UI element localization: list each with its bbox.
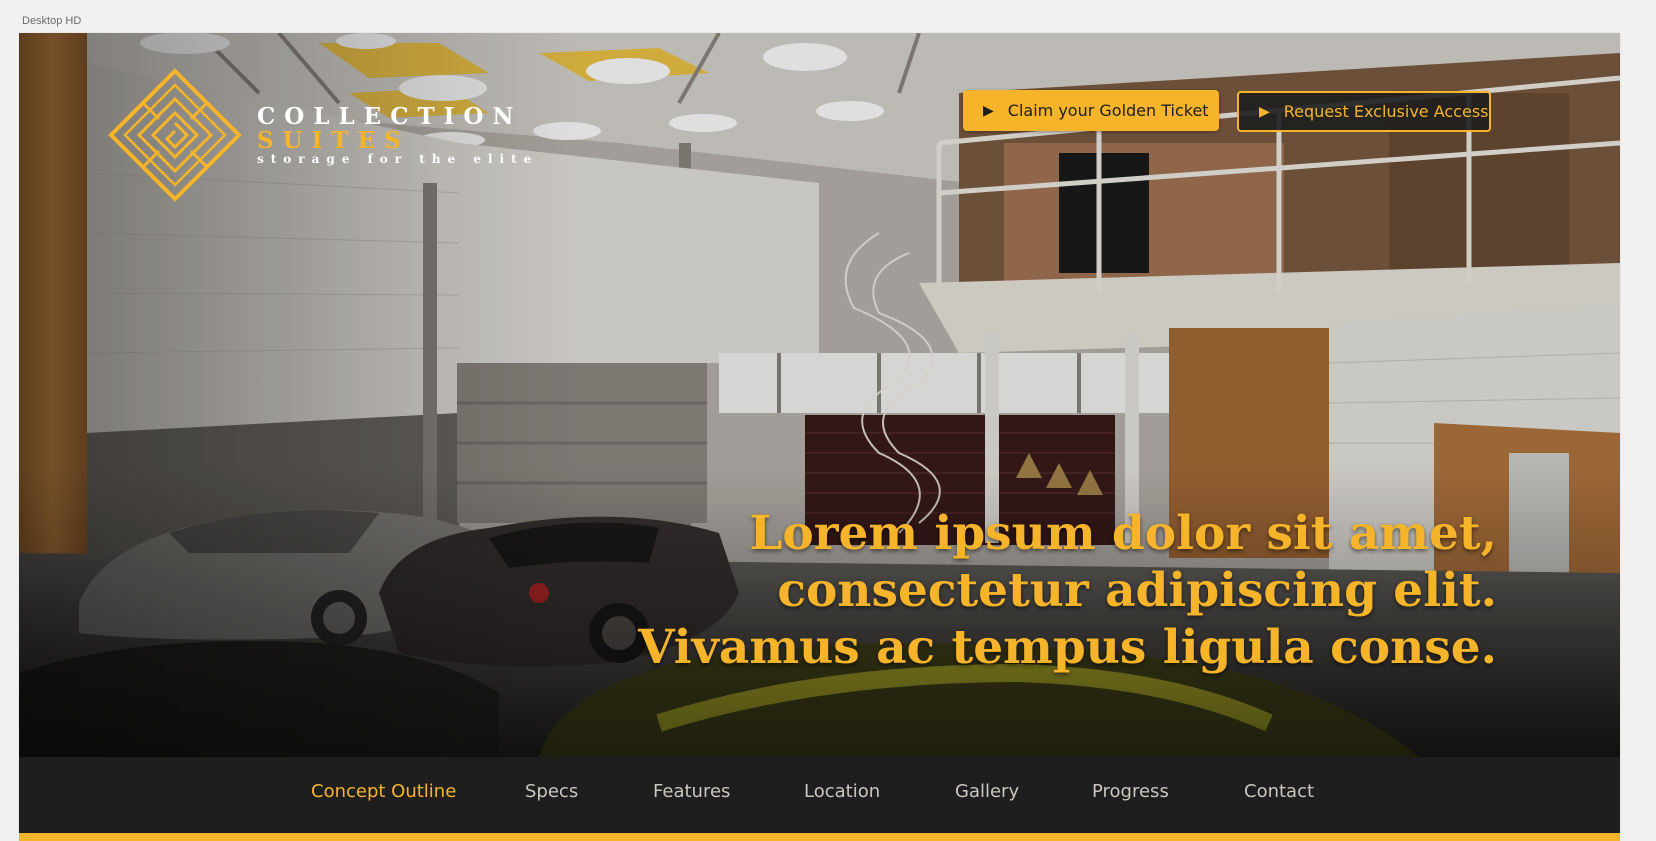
diamond-maze-logo-icon[interactable] bbox=[107, 67, 243, 203]
request-exclusive-access-button[interactable]: ▶ Request Exclusive Access bbox=[1237, 91, 1491, 132]
nav-item-location[interactable]: Location bbox=[804, 781, 880, 802]
claim-golden-ticket-label: Claim your Golden Ticket bbox=[1007, 101, 1209, 120]
request-exclusive-access-label: Request Exclusive Access bbox=[1283, 102, 1489, 121]
accent-bar bbox=[19, 833, 1620, 841]
play-icon: ▶ bbox=[1259, 103, 1270, 120]
hero-headline-line: Vivamus ac tempus ligula conse. bbox=[638, 620, 1497, 675]
brand-name-line2: SUITES bbox=[257, 127, 410, 154]
nav-item-features[interactable]: Features bbox=[653, 781, 730, 802]
nav-item-gallery[interactable]: Gallery bbox=[955, 781, 1019, 802]
play-icon: ▶ bbox=[983, 102, 994, 119]
hero-section: COLLECTION SUITES storage for the elite … bbox=[19, 33, 1620, 757]
nav-item-progress[interactable]: Progress bbox=[1092, 781, 1169, 802]
nav-item-specs[interactable]: Specs bbox=[525, 781, 578, 802]
nav-item-concept-outline[interactable]: Concept Outline bbox=[311, 781, 456, 802]
brand-name-line1: COLLECTION bbox=[257, 103, 523, 130]
nav-item-contact[interactable]: Contact bbox=[1244, 781, 1314, 802]
desktop-frame: COLLECTION SUITES storage for the elite … bbox=[19, 33, 1620, 841]
brand-wordmark[interactable]: COLLECTION SUITES storage for the elite bbox=[257, 103, 539, 167]
brand-tagline: storage for the elite bbox=[257, 152, 539, 166]
main-navigation: Concept Outline Specs Features Location … bbox=[19, 757, 1620, 833]
hero-headline-line: consectetur adipiscing elit. bbox=[777, 563, 1497, 618]
hero-headline: Lorem ipsum dolor sit amet, consectetur … bbox=[597, 505, 1497, 676]
frame-label: Desktop HD bbox=[22, 15, 82, 27]
claim-golden-ticket-button[interactable]: ▶ Claim your Golden Ticket bbox=[963, 90, 1219, 131]
hero-headline-line: Lorem ipsum dolor sit amet, bbox=[749, 506, 1497, 561]
